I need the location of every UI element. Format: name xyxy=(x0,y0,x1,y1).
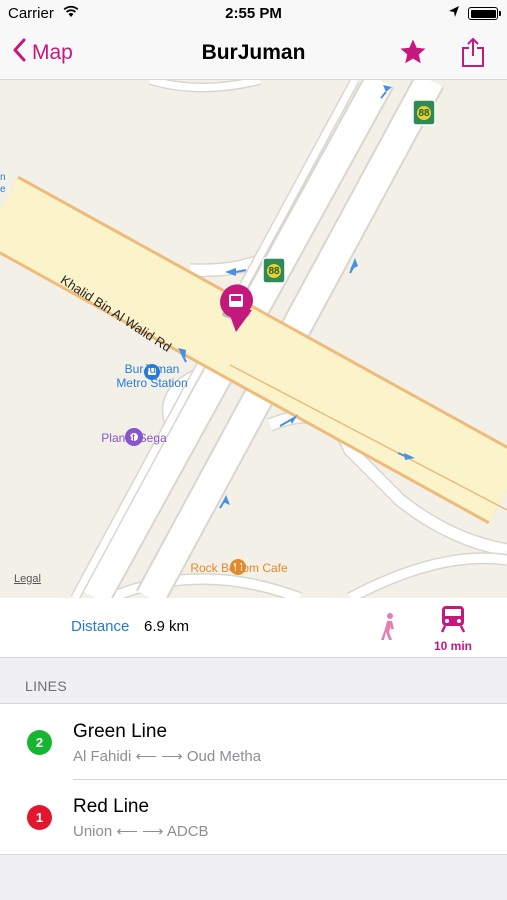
battery-icon xyxy=(468,7,501,20)
location-arrow-icon xyxy=(448,5,460,24)
road-sign-88: 88 xyxy=(418,108,430,119)
navigation-bar: Map BurJuman xyxy=(0,28,507,80)
line-name: Green Line xyxy=(73,721,168,742)
favorite-button[interactable] xyxy=(398,37,428,72)
line-route: Union ⟵ ⟶ ADCB xyxy=(73,823,209,840)
line-row-green[interactable]: 2 Green Line Al Fahidi ⟵ ⟶ Oud Metha xyxy=(0,704,507,779)
road-sign-88-lower: 88 xyxy=(268,266,280,277)
lines-list: 2 Green Line Al Fahidi ⟵ ⟶ Oud Metha 1 R… xyxy=(0,703,507,855)
star-icon xyxy=(398,39,428,71)
line-name: Red Line xyxy=(73,796,150,817)
legal-link[interactable]: Legal xyxy=(14,573,41,585)
map-partial-label: ne xyxy=(0,172,6,195)
cafe-poi-label[interactable]: Rock Bottom Cafe xyxy=(174,561,304,575)
metro-pin-icon[interactable] xyxy=(220,286,252,334)
distance-label: Distance xyxy=(71,618,130,635)
line-number-badge: 2 xyxy=(27,730,52,755)
share-button[interactable] xyxy=(460,36,486,73)
clock-label: 2:55 PM xyxy=(225,5,282,22)
transit-mode-button[interactable]: 10 min xyxy=(428,604,478,653)
walking-icon[interactable] xyxy=(378,612,400,647)
line-row-red[interactable]: 1 Red Line Union ⟵ ⟶ ADCB xyxy=(0,779,507,854)
map-view[interactable]: ne Khalid Bin Al Walid Rd BurJuman Metro … xyxy=(0,80,507,598)
status-bar: Carrier 2:55 PM xyxy=(0,0,507,28)
distance-value: 6.9 km xyxy=(144,618,190,635)
distance-row: Distance 6.9 km 10 min xyxy=(0,598,507,658)
line-route: Al Fahidi ⟵ ⟶ Oud Metha xyxy=(73,748,262,765)
planet-sega-poi-label[interactable]: Planet Sega xyxy=(84,431,184,445)
train-icon xyxy=(440,606,466,638)
share-icon xyxy=(460,38,486,72)
transit-time-label: 10 min xyxy=(433,639,472,653)
line-number-badge: 1 xyxy=(27,805,52,830)
page-title: BurJuman xyxy=(201,41,306,64)
lines-section-header: LINES xyxy=(25,678,67,694)
metro-station-poi-label[interactable]: BurJuman Metro Station xyxy=(92,362,212,390)
